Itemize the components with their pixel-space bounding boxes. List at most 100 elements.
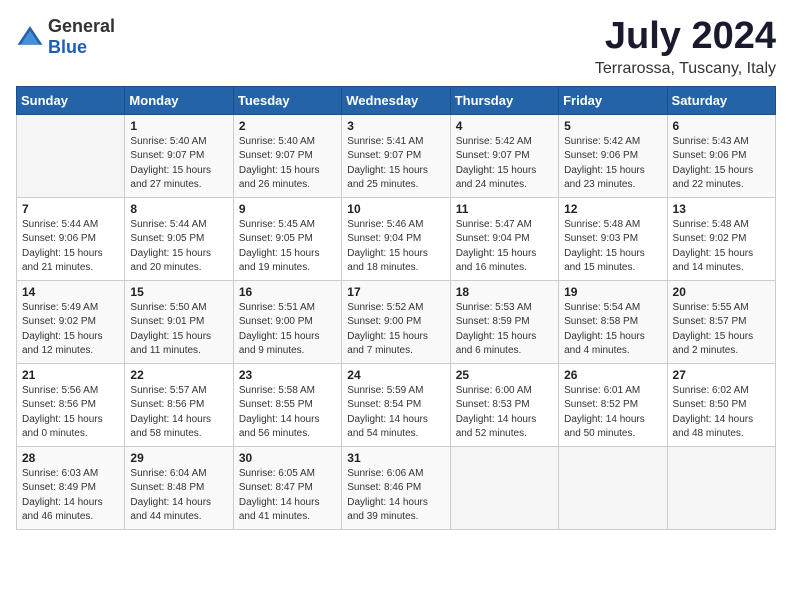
header-tuesday: Tuesday — [233, 86, 341, 114]
day-cell — [450, 446, 558, 529]
cell-info: Sunrise: 6:05 AMSunset: 8:47 PMDaylight:… — [239, 467, 336, 525]
day-number: 21 — [22, 368, 119, 382]
day-number: 28 — [22, 451, 119, 465]
day-number: 29 — [130, 451, 227, 465]
week-row-2: 7 Sunrise: 5:44 AMSunset: 9:06 PMDaylight… — [17, 197, 776, 280]
cell-info: Sunrise: 5:43 AMSunset: 9:06 PMDaylight:… — [673, 135, 770, 193]
header-wednesday: Wednesday — [342, 86, 450, 114]
day-cell: 28 Sunrise: 6:03 AMSunset: 8:49 PMDayligh… — [17, 446, 125, 529]
cell-info: Sunrise: 5:54 AMSunset: 8:58 PMDaylight:… — [564, 301, 661, 359]
day-number: 25 — [456, 368, 553, 382]
day-cell: 4 Sunrise: 5:42 AMSunset: 9:07 PMDaylight… — [450, 114, 558, 197]
header-friday: Friday — [559, 86, 667, 114]
cell-info: Sunrise: 5:40 AMSunset: 9:07 PMDaylight:… — [130, 135, 227, 193]
cell-info: Sunrise: 5:48 AMSunset: 9:03 PMDaylight:… — [564, 218, 661, 276]
day-number: 24 — [347, 368, 444, 382]
day-cell: 22 Sunrise: 5:57 AMSunset: 8:56 PMDayligh… — [125, 363, 233, 446]
cell-info: Sunrise: 5:53 AMSunset: 8:59 PMDaylight:… — [456, 301, 553, 359]
logo-icon — [16, 23, 44, 51]
day-number: 7 — [22, 202, 119, 216]
week-row-5: 28 Sunrise: 6:03 AMSunset: 8:49 PMDayligh… — [17, 446, 776, 529]
cell-info: Sunrise: 5:59 AMSunset: 8:54 PMDaylight:… — [347, 384, 444, 442]
cell-info: Sunrise: 5:45 AMSunset: 9:05 PMDaylight:… — [239, 218, 336, 276]
week-row-3: 14 Sunrise: 5:49 AMSunset: 9:02 PMDayligh… — [17, 280, 776, 363]
header-thursday: Thursday — [450, 86, 558, 114]
week-row-1: 1 Sunrise: 5:40 AMSunset: 9:07 PMDaylight… — [17, 114, 776, 197]
logo-blue: Blue — [48, 37, 87, 57]
header-monday: Monday — [125, 86, 233, 114]
day-cell — [559, 446, 667, 529]
cell-info: Sunrise: 5:50 AMSunset: 9:01 PMDaylight:… — [130, 301, 227, 359]
day-number: 11 — [456, 202, 553, 216]
day-number: 1 — [130, 119, 227, 133]
cell-info: Sunrise: 5:40 AMSunset: 9:07 PMDaylight:… — [239, 135, 336, 193]
cell-info: Sunrise: 5:57 AMSunset: 8:56 PMDaylight:… — [130, 384, 227, 442]
day-cell: 27 Sunrise: 6:02 AMSunset: 8:50 PMDayligh… — [667, 363, 775, 446]
day-number: 16 — [239, 285, 336, 299]
cell-info: Sunrise: 6:04 AMSunset: 8:48 PMDaylight:… — [130, 467, 227, 525]
day-number: 2 — [239, 119, 336, 133]
cell-info: Sunrise: 6:02 AMSunset: 8:50 PMDaylight:… — [673, 384, 770, 442]
day-cell: 1 Sunrise: 5:40 AMSunset: 9:07 PMDaylight… — [125, 114, 233, 197]
day-number: 20 — [673, 285, 770, 299]
header: General Blue July 2024 Terrarossa, Tusca… — [16, 16, 776, 78]
header-saturday: Saturday — [667, 86, 775, 114]
day-cell: 29 Sunrise: 6:04 AMSunset: 8:48 PMDayligh… — [125, 446, 233, 529]
cell-info: Sunrise: 5:42 AMSunset: 9:07 PMDaylight:… — [456, 135, 553, 193]
day-cell: 8 Sunrise: 5:44 AMSunset: 9:05 PMDaylight… — [125, 197, 233, 280]
day-cell: 19 Sunrise: 5:54 AMSunset: 8:58 PMDayligh… — [559, 280, 667, 363]
cell-info: Sunrise: 5:48 AMSunset: 9:02 PMDaylight:… — [673, 218, 770, 276]
day-cell: 18 Sunrise: 5:53 AMSunset: 8:59 PMDayligh… — [450, 280, 558, 363]
title-area: July 2024 Terrarossa, Tuscany, Italy — [595, 16, 776, 78]
cell-info: Sunrise: 6:03 AMSunset: 8:49 PMDaylight:… — [22, 467, 119, 525]
day-number: 4 — [456, 119, 553, 133]
day-cell: 3 Sunrise: 5:41 AMSunset: 9:07 PMDaylight… — [342, 114, 450, 197]
day-cell: 30Sunrise: 6:05 AMSunset: 8:47 PMDayligh… — [233, 446, 341, 529]
day-number: 13 — [673, 202, 770, 216]
cell-info: Sunrise: 6:00 AMSunset: 8:53 PMDaylight:… — [456, 384, 553, 442]
cell-info: Sunrise: 5:44 AMSunset: 9:05 PMDaylight:… — [130, 218, 227, 276]
day-cell: 12 Sunrise: 5:48 AMSunset: 9:03 PMDayligh… — [559, 197, 667, 280]
cell-info: Sunrise: 5:44 AMSunset: 9:06 PMDaylight:… — [22, 218, 119, 276]
day-cell: 16 Sunrise: 5:51 AMSunset: 9:00 PMDayligh… — [233, 280, 341, 363]
day-number: 23 — [239, 368, 336, 382]
cell-info: Sunrise: 5:41 AMSunset: 9:07 PMDaylight:… — [347, 135, 444, 193]
location-subtitle: Terrarossa, Tuscany, Italy — [595, 60, 776, 78]
cell-info: Sunrise: 5:55 AMSunset: 8:57 PMDaylight:… — [673, 301, 770, 359]
day-cell: 17Sunrise: 5:52 AMSunset: 9:00 PMDayligh… — [342, 280, 450, 363]
day-cell: 25 Sunrise: 6:00 AMSunset: 8:53 PMDayligh… — [450, 363, 558, 446]
cell-info: Sunrise: 6:06 AMSunset: 8:46 PMDaylight:… — [347, 467, 444, 525]
day-cell: 7 Sunrise: 5:44 AMSunset: 9:06 PMDaylight… — [17, 197, 125, 280]
cell-info: Sunrise: 5:56 AMSunset: 8:56 PMDaylight:… — [22, 384, 119, 442]
day-cell — [667, 446, 775, 529]
day-number: 14 — [22, 285, 119, 299]
day-number: 12 — [564, 202, 661, 216]
cell-info: Sunrise: 5:51 AMSunset: 9:00 PMDaylight:… — [239, 301, 336, 359]
month-title: July 2024 — [595, 16, 776, 58]
day-cell: 6 Sunrise: 5:43 AMSunset: 9:06 PMDaylight… — [667, 114, 775, 197]
header-sunday: Sunday — [17, 86, 125, 114]
cell-info: Sunrise: 6:01 AMSunset: 8:52 PMDaylight:… — [564, 384, 661, 442]
day-number: 6 — [673, 119, 770, 133]
day-number: 26 — [564, 368, 661, 382]
day-number: 17 — [347, 285, 444, 299]
cell-info: Sunrise: 5:42 AMSunset: 9:06 PMDaylight:… — [564, 135, 661, 193]
day-number: 18 — [456, 285, 553, 299]
day-cell: 20 Sunrise: 5:55 AMSunset: 8:57 PMDayligh… — [667, 280, 775, 363]
day-number: 19 — [564, 285, 661, 299]
day-cell — [17, 114, 125, 197]
day-number: 27 — [673, 368, 770, 382]
cell-info: Sunrise: 5:47 AMSunset: 9:04 PMDaylight:… — [456, 218, 553, 276]
cell-info: Sunrise: 5:46 AMSunset: 9:04 PMDaylight:… — [347, 218, 444, 276]
day-number: 22 — [130, 368, 227, 382]
day-cell: 10Sunrise: 5:46 AMSunset: 9:04 PMDayligh… — [342, 197, 450, 280]
day-cell: 21 Sunrise: 5:56 AMSunset: 8:56 PMDayligh… — [17, 363, 125, 446]
day-number: 8 — [130, 202, 227, 216]
day-cell: 13 Sunrise: 5:48 AMSunset: 9:02 PMDayligh… — [667, 197, 775, 280]
day-cell: 9Sunrise: 5:45 AMSunset: 9:05 PMDaylight… — [233, 197, 341, 280]
cell-info: Sunrise: 5:49 AMSunset: 9:02 PMDaylight:… — [22, 301, 119, 359]
day-cell: 2 Sunrise: 5:40 AMSunset: 9:07 PMDaylight… — [233, 114, 341, 197]
day-cell: 23Sunrise: 5:58 AMSunset: 8:55 PMDayligh… — [233, 363, 341, 446]
day-cell: 24 Sunrise: 5:59 AMSunset: 8:54 PMDayligh… — [342, 363, 450, 446]
day-number: 3 — [347, 119, 444, 133]
